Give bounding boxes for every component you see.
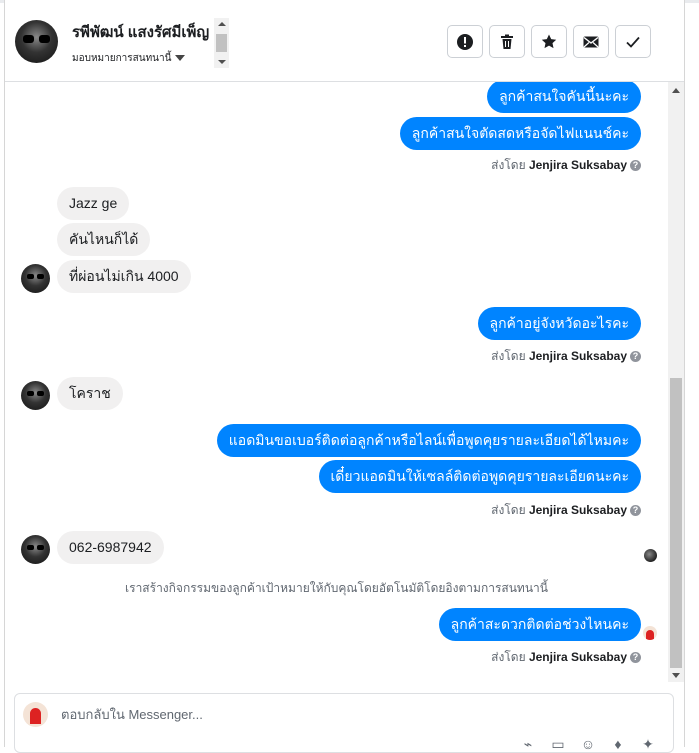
tag-icon[interactable]: ♦ [610,736,626,752]
agent-avatar [23,702,48,727]
mark-done-button[interactable] [615,25,651,58]
caret-down-icon [175,55,186,62]
header-actions [447,25,651,58]
sent-by-prefix: ส่งโดย [491,650,526,664]
scroll-up-arrow-icon[interactable] [672,88,680,93]
info-icon[interactable]: ? [630,160,641,172]
agent-name[interactable]: Jenjira Suksabay [529,503,627,517]
outgoing-message[interactable]: ลูกค้าอยู่จังหวัดอะไรคะ [477,307,641,340]
assign-conversation-dropdown[interactable]: มอบหมายการสนทนานี้ [72,51,186,66]
star-icon [541,34,557,48]
info-icon[interactable]: ? [630,652,641,664]
contact-avatar-small[interactable] [21,264,50,293]
assign-label: มอบหมายการสนทนานี้ [72,53,172,64]
sent-by-label: ส่งโดย Jenjira Suksabay? [491,347,641,366]
reply-composer: ⌁ ▭ ☺ ♦ ✦ [14,693,674,753]
incoming-message[interactable]: 062-6987942 [57,531,164,564]
incoming-message[interactable]: Jazz ge [57,187,130,220]
contact-avatar-small[interactable] [21,535,50,564]
scroll-down-arrow-icon[interactable] [218,60,226,64]
composer-tools: ⌁ ▭ ☺ ♦ ✦ [520,736,656,752]
scroll-thumb[interactable] [216,34,227,52]
incoming-message[interactable]: คันไหนก็ได้ [57,223,151,256]
delete-button[interactable] [489,25,525,58]
agent-seen-avatar [643,626,657,640]
outgoing-message[interactable]: เดี๋ยวแอดมินให้เซลล์ติดต่อพูดคุยรายละเอี… [318,460,641,493]
outgoing-message[interactable]: ลูกค้าสะดวกติดต่อช่วงไหนคะ [438,608,641,641]
scroll-thumb[interactable] [670,378,682,668]
sent-by-label: ส่งโดย Jenjira Suksabay? [491,648,641,667]
conversation-panel: รพีพัฒน์ แสงรัศมีเพ็ญ มอบหมายการสนทนานี้ [4,0,685,753]
contact-name[interactable]: รพีพัฒน์ แสงรัศมีเพ็ญ [72,20,209,44]
reply-input[interactable] [59,706,363,723]
star-button[interactable] [531,25,567,58]
incoming-message[interactable]: ที่ผ่อนไม่เกิน 4000 [57,260,191,293]
sent-by-label: ส่งโดย Jenjira Suksabay? [491,501,641,520]
check-icon [626,36,640,48]
outgoing-message[interactable]: ลูกค้าสนใจคันนี้นะคะ [487,82,641,113]
alert-icon [457,33,473,50]
emoji-icon[interactable]: ☺ [580,736,596,752]
agent-name[interactable]: Jenjira Suksabay [529,650,627,664]
scroll-up-arrow-icon[interactable] [218,22,226,26]
system-note: เราสร้างกิจกรรมของลูกค้าเป้าหมายให้กับคุ… [125,581,548,595]
attachment-icon[interactable]: ⌁ [520,736,536,752]
sent-by-prefix: ส่งโดย [491,503,526,517]
contact-avatar[interactable] [15,20,58,63]
message-thread: ลูกค้าสนใจคันนี้นะคะ ลูกค้าสนใจตัดสดหรือ… [5,82,668,682]
sent-by-prefix: ส่งโดย [491,158,526,172]
info-icon[interactable]: ? [630,351,641,363]
trash-icon [501,34,513,49]
thread-scrollbar[interactable] [668,82,684,682]
sparkle-icon[interactable]: ✦ [640,736,656,752]
seen-indicator-avatar [644,549,657,562]
agent-name[interactable]: Jenjira Suksabay [529,158,627,172]
mark-spam-button[interactable] [447,25,483,58]
conversation-header: รพีพัฒน์ แสงรัศมีเพ็ญ มอบหมายการสนทนานี้ [5,3,684,82]
info-icon[interactable]: ? [630,505,641,517]
envelope-icon [583,36,599,47]
outgoing-message[interactable]: ลูกค้าสนใจตัดสดหรือจัดไฟแนนช์คะ [399,117,641,150]
agent-name[interactable]: Jenjira Suksabay [529,349,627,363]
saved-replies-icon[interactable]: ▭ [550,736,566,752]
contact-avatar-small[interactable] [21,381,50,410]
mark-unread-button[interactable] [573,25,609,58]
sent-by-label: ส่งโดย Jenjira Suksabay? [491,156,641,175]
incoming-message[interactable]: โคราช [57,377,123,410]
outgoing-message[interactable]: แอดมินขอเบอร์ติดต่อลูกค้าหรือไลน์เพื่อพู… [216,424,641,457]
header-scrollbar[interactable] [214,18,229,68]
sent-by-prefix: ส่งโดย [491,349,526,363]
scroll-down-arrow-icon[interactable] [672,673,680,678]
